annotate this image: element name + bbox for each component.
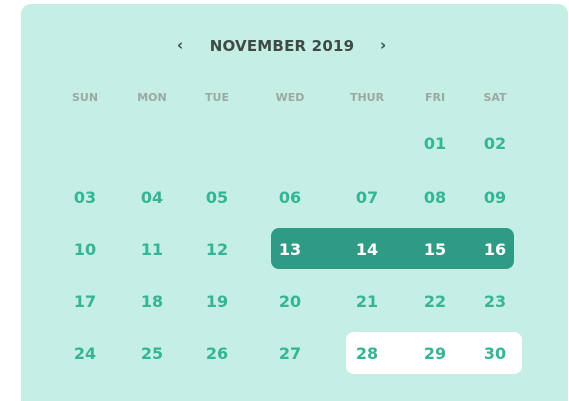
day-cell-07[interactable]: 07 <box>337 178 397 218</box>
day-cell-25[interactable]: 25 <box>122 334 182 374</box>
day-cell-27[interactable]: 27 <box>260 334 320 374</box>
day-cell-16[interactable]: 16 <box>465 230 525 270</box>
day-cell-12[interactable]: 12 <box>187 230 247 270</box>
prev-month-icon[interactable]: ‹ <box>177 35 183 55</box>
weekday-label-fri: FRI <box>424 91 446 104</box>
day-cell-19[interactable]: 19 <box>187 282 247 322</box>
day-cell-05[interactable]: 05 <box>187 178 247 218</box>
day-cell-24[interactable]: 24 <box>55 334 115 374</box>
day-cell-26[interactable]: 26 <box>187 334 247 374</box>
day-cell-14[interactable]: 14 <box>337 230 397 270</box>
day-cell-18[interactable]: 18 <box>122 282 182 322</box>
day-cell-03[interactable]: 03 <box>55 178 115 218</box>
day-cell-09[interactable]: 09 <box>465 178 525 218</box>
day-cell-17[interactable]: 17 <box>55 282 115 322</box>
day-cell-23[interactable]: 23 <box>465 282 525 322</box>
calendar-header: ‹ NOVEMBER 2019 › <box>21 4 568 84</box>
next-month-icon[interactable]: › <box>380 35 386 55</box>
day-cell-10[interactable]: 10 <box>55 230 115 270</box>
day-cell-29[interactable]: 29 <box>405 334 465 374</box>
day-cell-02[interactable]: 02 <box>465 124 525 164</box>
day-cell-21[interactable]: 21 <box>337 282 397 322</box>
weekday-label-tue: TUE <box>205 91 229 104</box>
day-cell-15[interactable]: 15 <box>405 230 465 270</box>
day-cell-06[interactable]: 06 <box>260 178 320 218</box>
day-cell-20[interactable]: 20 <box>260 282 320 322</box>
day-cell-28[interactable]: 28 <box>337 334 397 374</box>
weekday-label-wed: WED <box>275 91 305 104</box>
month-title: NOVEMBER 2019 <box>209 37 355 55</box>
day-cell-22[interactable]: 22 <box>405 282 465 322</box>
day-cell-04[interactable]: 04 <box>122 178 182 218</box>
weekday-label-sun: SUN <box>71 91 99 104</box>
day-cell-30[interactable]: 30 <box>465 334 525 374</box>
day-cell-01[interactable]: 01 <box>405 124 465 164</box>
weekday-label-mon: MON <box>137 91 167 104</box>
weekday-label-sat: SAT <box>483 91 507 104</box>
day-cell-13[interactable]: 13 <box>260 230 320 270</box>
weekday-label-thur: THUR <box>349 91 385 104</box>
day-cell-08[interactable]: 08 <box>405 178 465 218</box>
day-cell-11[interactable]: 11 <box>122 230 182 270</box>
calendar-widget: ‹ NOVEMBER 2019 › SUN MON TUE WED THUR FRI SAT… <box>21 4 568 401</box>
